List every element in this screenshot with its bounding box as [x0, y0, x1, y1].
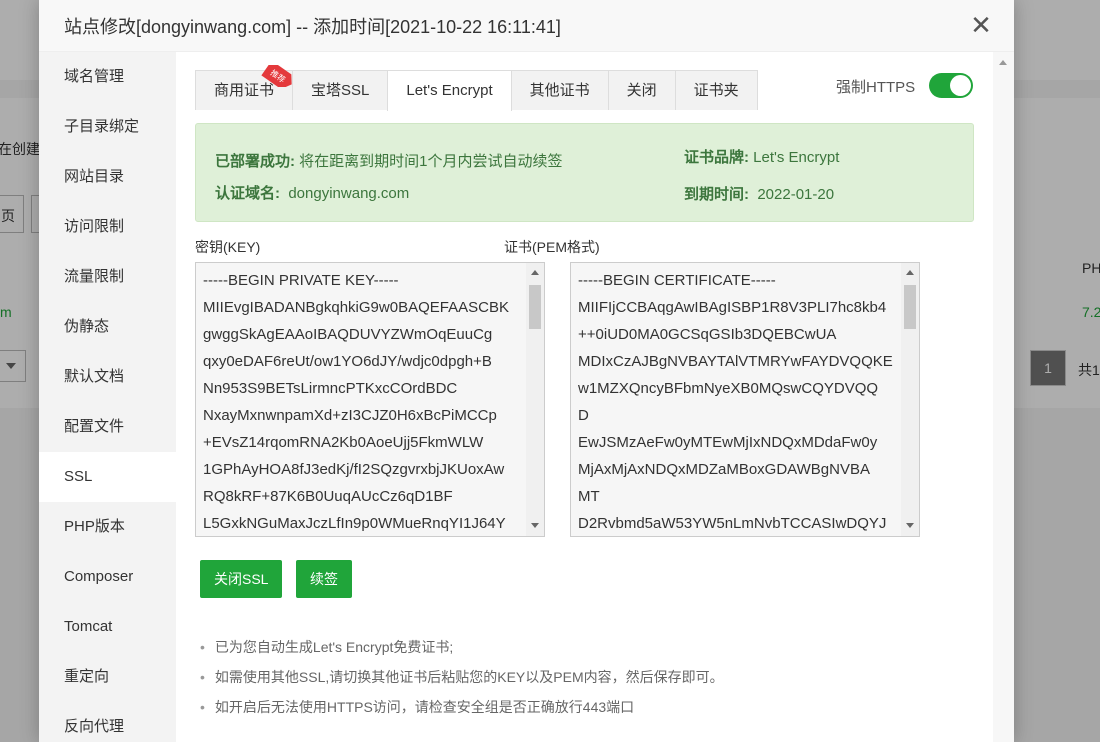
recommend-badge: 推荐	[260, 65, 296, 87]
tab-bt-ssl[interactable]: 宝塔SSL	[292, 70, 389, 110]
sidebar-item-php-version[interactable]: PHP版本	[39, 502, 176, 552]
ssl-tabs: 商用证书 推荐 宝塔SSL Let's Encrypt 其他证书 关闭 证书夹	[195, 65, 758, 111]
tab-other-cert[interactable]: 其他证书	[510, 70, 609, 110]
key-line: RQ8kRF+87K6B0UuqAUcCz6qD1BF	[203, 488, 453, 505]
sidebar-item-domain[interactable]: 域名管理	[39, 52, 176, 102]
renew-button[interactable]: 续签	[296, 560, 352, 598]
cert-line: MT	[578, 488, 600, 505]
tab-commercial-cert[interactable]: 商用证书 推荐	[195, 65, 294, 110]
cert-line: w1MZXQncyBFbmNyeXB0MQswCQYDVQQ	[578, 380, 879, 397]
key-textarea[interactable]: -----BEGIN PRIVATE KEY----- MIIEvgIBADANB…	[195, 262, 545, 537]
ssl-tips: 已为您自动生成Let's Encrypt免费证书; 如需使用其他SSL,请切换其…	[200, 632, 724, 722]
cert-expire: 到期时间: 2022-01-20	[684, 186, 835, 203]
tab-lets-encrypt[interactable]: Let's Encrypt	[387, 70, 512, 111]
tab-close[interactable]: 关闭	[607, 70, 676, 110]
cert-line: MjAxMjAxNDQxMDZaMBoxGDAWBgNVBA	[578, 461, 870, 478]
key-line: +EVsZ14rqomRNA2Kb0AoeUjj5FkmWLW	[203, 434, 484, 451]
cert-line: ++0iUD0MA0GCSqGSIb3DQEBCwUA	[578, 326, 837, 343]
key-line: MIIEvgIBADANBgkqhkiG9w0BAQEFAASCBK	[203, 299, 509, 316]
ssl-panel: 商用证书 推荐 宝塔SSL Let's Encrypt 其他证书 关闭 证书夹 …	[176, 52, 993, 742]
key-line: Nn953S9BETsLirmncPTKxcCOrdBDC	[203, 380, 458, 397]
force-https-label: 强制HTTPS	[836, 79, 916, 96]
key-text: -----BEGIN PRIVATE KEY----- MIIEvgIBADANB…	[203, 267, 522, 536]
tip-item: 如开启后无法使用HTTPS访问，请检查安全组是否正确放行443端口	[200, 692, 724, 722]
cert-line: D	[578, 407, 589, 424]
cert-text: -----BEGIN CERTIFICATE----- MIIFIjCCBAqgA…	[578, 267, 897, 536]
close-ssl-button[interactable]: 关闭SSL	[200, 560, 283, 598]
sidebar-item-rewrite[interactable]: 伪静态	[39, 302, 176, 352]
sidebar-item-access-limit[interactable]: 访问限制	[39, 202, 176, 252]
scroll-up-icon[interactable]	[999, 60, 1007, 65]
sidebar-item-reverse-proxy[interactable]: 反向代理	[39, 702, 176, 742]
sidebar-item-composer[interactable]: Composer	[39, 552, 176, 602]
key-line: gwggSkAgEAAoIBAQDUVYZWmOqEuuCg	[203, 326, 493, 343]
sidebar-item-subdir[interactable]: 子目录绑定	[39, 102, 176, 152]
force-https-toggle[interactable]	[929, 73, 973, 98]
close-icon[interactable]: ✕	[968, 12, 994, 38]
sidebar-item-tomcat[interactable]: Tomcat	[39, 602, 176, 652]
cert-line: MIIFIjCCBAqgAwIBAgISBP1R8V3PLI7hc8kb4	[578, 299, 887, 316]
modal-header: 站点修改[dongyinwang.com] -- 添加时间[2021-10-22…	[39, 0, 1014, 52]
ssl-status-box: 已部署成功: 将在距离到期时间1个月内尝试自动续签 认证域名: dongyinw…	[195, 123, 974, 222]
sidebar: 域名管理 子目录绑定 网站目录 访问限制 流量限制 伪静态 默认文档 配置文件 …	[39, 52, 176, 742]
cert-line: MDIxCzAJBgNVBAYTAlVTMRYwFAYDVQQKE	[578, 353, 893, 370]
tip-item: 已为您自动生成Let's Encrypt免费证书;	[200, 632, 724, 662]
cert-line: D2Rvbmd5aW53YW5nLmNvbTCCASIwDQYJ	[578, 515, 887, 532]
key-line: NxayMxnwnpamXd+zI3CJZ0H6xBcPiMCCp	[203, 407, 497, 424]
cert-line: EwJSMzAeFw0yMTEwMjIxNDQxMDdaFw0y	[578, 434, 878, 451]
cert-domain: 认证域名: dongyinwang.com	[215, 185, 410, 202]
deploy-status: 已部署成功: 将在距离到期时间1个月内尝试自动续签	[215, 153, 563, 170]
sidebar-item-default-doc[interactable]: 默认文档	[39, 352, 176, 402]
sidebar-item-config[interactable]: 配置文件	[39, 402, 176, 452]
modal-scrollbar[interactable]	[993, 52, 1014, 742]
tip-item: 如需使用其他SSL,请切换其他证书后粘贴您的KEY以及PEM内容，然后保存即可。	[200, 662, 724, 692]
key-scrollbar[interactable]	[526, 263, 544, 536]
cert-brand: 证书品牌: Let's Encrypt	[684, 149, 840, 166]
key-label: 密钥(KEY)	[195, 239, 261, 255]
toggle-knob	[950, 75, 971, 96]
sidebar-item-site-dir[interactable]: 网站目录	[39, 152, 176, 202]
sidebar-item-ssl[interactable]: SSL	[39, 452, 176, 502]
modal-title: 站点修改[dongyinwang.com] -- 添加时间[2021-10-22…	[64, 17, 561, 37]
key-line: -----BEGIN PRIVATE KEY-----	[203, 272, 399, 289]
cert-textarea[interactable]: -----BEGIN CERTIFICATE----- MIIFIjCCBAqgA…	[570, 262, 920, 537]
key-line: qxy0eDAF6reUt/ow1YO6dJY/wdjc0dpgh+B	[203, 353, 492, 370]
cert-scrollbar[interactable]	[901, 263, 919, 536]
sidebar-item-redirect[interactable]: 重定向	[39, 652, 176, 702]
site-edit-modal: 站点修改[dongyinwang.com] -- 添加时间[2021-10-22…	[39, 0, 1014, 742]
cert-line: -----BEGIN CERTIFICATE-----	[578, 272, 776, 289]
key-line: 1GPhAyHOA8fJ3edKj/fI2SQzgvrxbjJKUoxAw	[203, 461, 505, 478]
sidebar-item-traffic-limit[interactable]: 流量限制	[39, 252, 176, 302]
cert-label: 证书(PEM格式)	[504, 239, 600, 255]
key-line: L5GxkNGuMaxJczLfIn9p0WMueRnqYI1J64Y	[203, 515, 506, 532]
tab-cert-folder[interactable]: 证书夹	[674, 70, 758, 110]
